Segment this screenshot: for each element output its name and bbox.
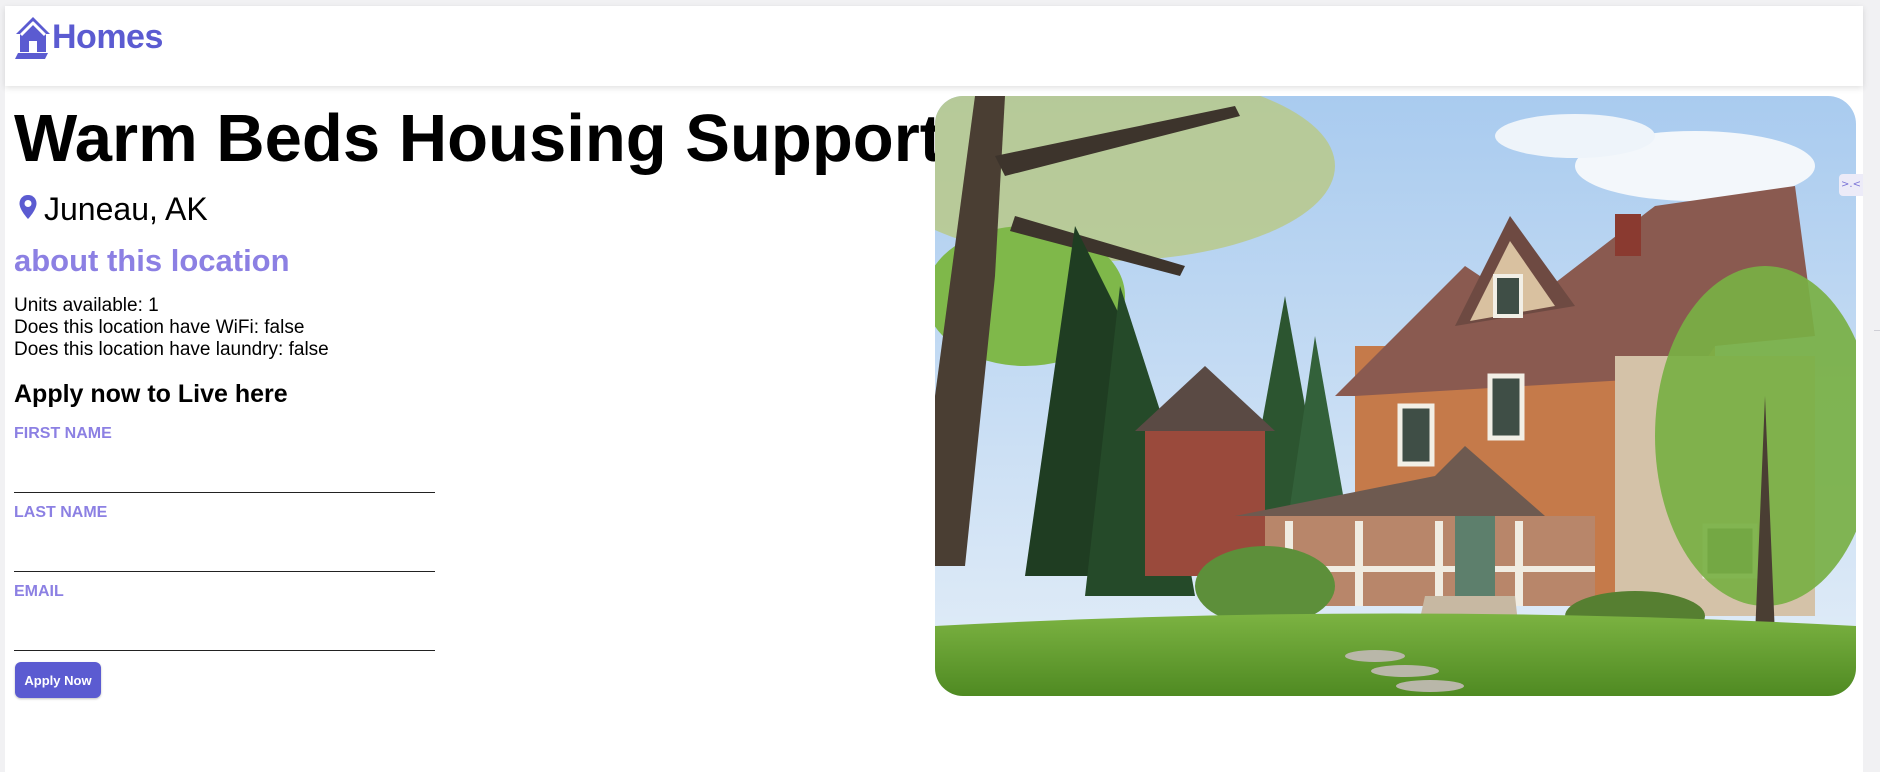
first-name-group: FIRST NAME	[14, 424, 435, 493]
house-photo	[935, 96, 1856, 696]
location-facts: Units available: 1 Does this location ha…	[14, 295, 329, 361]
site-header: Homes	[5, 6, 1863, 86]
email-group: EMAIL	[14, 582, 435, 651]
home-logo-link[interactable]: Homes	[14, 15, 163, 60]
location-line: Juneau, AK	[18, 189, 208, 229]
laundry-status: Does this location have laundry: false	[14, 339, 329, 360]
last-name-group: LAST NAME	[14, 503, 435, 572]
location-text: Juneau, AK	[44, 191, 208, 227]
side-panel-toggle[interactable]: >.<	[1839, 174, 1863, 196]
app-window: Homes Warm Beds Housing Support Juneau, …	[5, 6, 1863, 772]
house-icon	[14, 15, 52, 60]
last-name-input[interactable]	[14, 539, 435, 572]
scrollbar-mark	[1874, 330, 1880, 331]
email-input[interactable]	[14, 618, 435, 651]
apply-heading: Apply now to Live here	[14, 380, 288, 408]
last-name-label: LAST NAME	[14, 504, 108, 521]
units-available: Units available: 1	[14, 295, 159, 316]
map-pin-icon	[18, 195, 44, 220]
apply-now-button[interactable]: Apply Now	[15, 662, 101, 698]
first-name-label: FIRST NAME	[14, 425, 112, 442]
wifi-status: Does this location have WiFi: false	[14, 317, 305, 338]
page-title: Warm Beds Housing Support	[14, 101, 943, 176]
email-label: EMAIL	[14, 583, 64, 600]
first-name-input[interactable]	[14, 460, 435, 493]
about-heading: about this location	[14, 243, 290, 278]
brand-name: Homes	[52, 18, 163, 56]
